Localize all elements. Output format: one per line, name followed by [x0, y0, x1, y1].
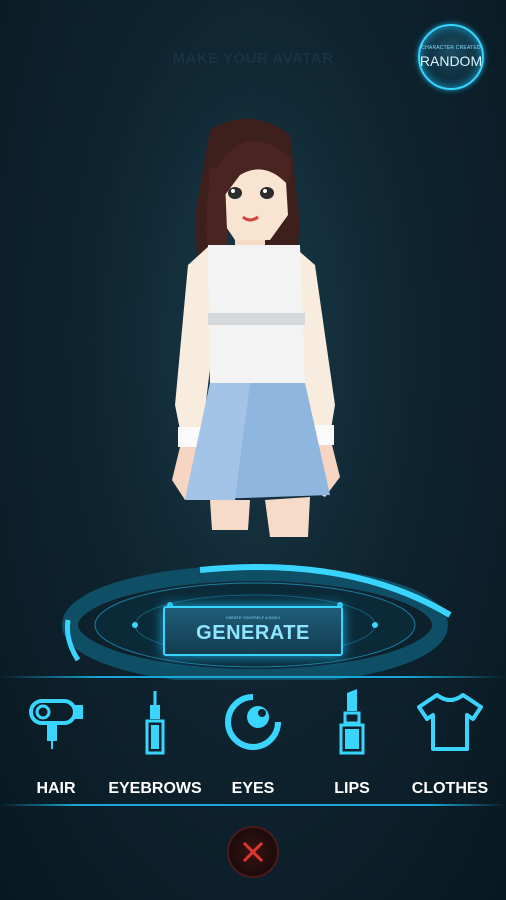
tshirt-icon [415, 686, 485, 758]
eye-icon [218, 686, 288, 758]
menu-label-lips: LIPS [334, 780, 370, 797]
random-label: RANDOM [419, 53, 483, 69]
generate-sublabel: CREATE YOURSELF & BODY [225, 614, 281, 620]
menu-item-eyes[interactable]: EYES [203, 680, 303, 802]
random-button[interactable]: CHARACTER CREATED RANDOM [418, 24, 484, 90]
close-button[interactable] [227, 826, 279, 878]
lipstick-icon [317, 686, 387, 758]
hair-dryer-icon [21, 686, 91, 758]
random-sublabel: CHARACTER CREATED [421, 45, 481, 51]
customization-menu: HAIR EYEBROWS EYES LIPS CLOTHES [0, 680, 506, 802]
generate-label: GENERATE [196, 621, 310, 644]
menu-item-lips[interactable]: LIPS [302, 680, 402, 802]
menu-item-eyebrows[interactable]: EYEBROWS [105, 680, 205, 802]
menu-item-hair[interactable]: HAIR [6, 680, 106, 802]
eyebrow-pencil-icon [120, 686, 190, 758]
menu-label-eyebrows: EYEBROWS [108, 780, 202, 797]
avatar-preview[interactable] [140, 105, 370, 545]
menu-item-clothes[interactable]: CLOTHES [400, 680, 500, 802]
close-icon [242, 841, 264, 863]
menu-label-clothes: CLOTHES [411, 780, 489, 797]
menu-divider-top [0, 676, 506, 678]
menu-divider-bottom [0, 804, 506, 806]
generate-button[interactable]: CREATE YOURSELF & BODY GENERATE [163, 606, 343, 656]
menu-label-eyes: EYES [231, 780, 275, 797]
menu-label-hair: HAIR [36, 780, 76, 797]
